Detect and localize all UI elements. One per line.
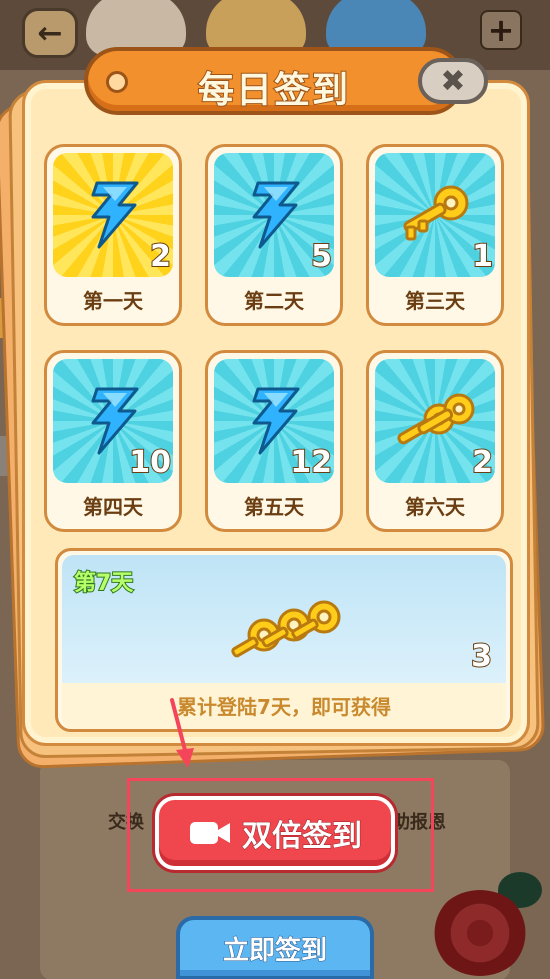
reward-count: 2 (149, 238, 172, 275)
video-icon (190, 822, 230, 844)
reward-count: 1 (471, 238, 494, 275)
day-card[interactable]: 2 第六天 (366, 350, 504, 532)
reward-count: 5 (310, 238, 333, 275)
pointer-arrow-icon (170, 698, 194, 768)
day-card[interactable]: 5 第二天 (205, 144, 343, 326)
day7-card[interactable]: 第7天 3 累计登陆7天，即可获得 (55, 548, 513, 732)
day-card[interactable]: 10 第四天 (44, 350, 182, 532)
close-x-icon: ✖ (440, 63, 466, 99)
day-label: 第五天 (244, 495, 304, 519)
day7-title: 第7天 (73, 570, 134, 597)
checkin-now-label: 立即签到 (222, 935, 327, 966)
reward-count: 2 (471, 444, 494, 481)
day7-caption: 累计登陆7天，即可获得 (177, 695, 391, 719)
energy-bolt-icon (252, 181, 300, 249)
day-card[interactable]: 12 第五天 (205, 350, 343, 532)
golden-keys-icon (231, 600, 341, 658)
day-card[interactable]: 1 第三天 (366, 144, 504, 326)
close-button[interactable]: ✖ (418, 58, 488, 104)
flower-icon (432, 890, 528, 976)
back-arrow-icon[interactable]: ← (22, 8, 78, 58)
reward-count: 10 (128, 444, 172, 481)
golden-key-icon (403, 185, 469, 241)
checkin-now-button[interactable]: 立即签到 (176, 916, 374, 979)
golden-keys-icon (397, 393, 475, 445)
dialog-title: 每日签到 (197, 69, 350, 112)
reward-count: 12 (289, 444, 333, 481)
day-label: 第三天 (405, 289, 465, 313)
double-checkin-button[interactable]: 双倍签到 (155, 796, 395, 870)
day-label: 第一天 (83, 289, 143, 313)
day-card[interactable]: 2 第一天 (44, 144, 182, 326)
title-banner: 每日签到 (84, 47, 464, 115)
day-label: 第二天 (244, 289, 304, 313)
double-checkin-label: 双倍签到 (242, 819, 363, 855)
day-label: 第四天 (83, 495, 143, 519)
day7-count: 3 (470, 638, 493, 675)
energy-bolt-icon (91, 181, 139, 249)
plus-icon[interactable]: + (480, 10, 522, 50)
day-label: 第六天 (405, 495, 465, 519)
